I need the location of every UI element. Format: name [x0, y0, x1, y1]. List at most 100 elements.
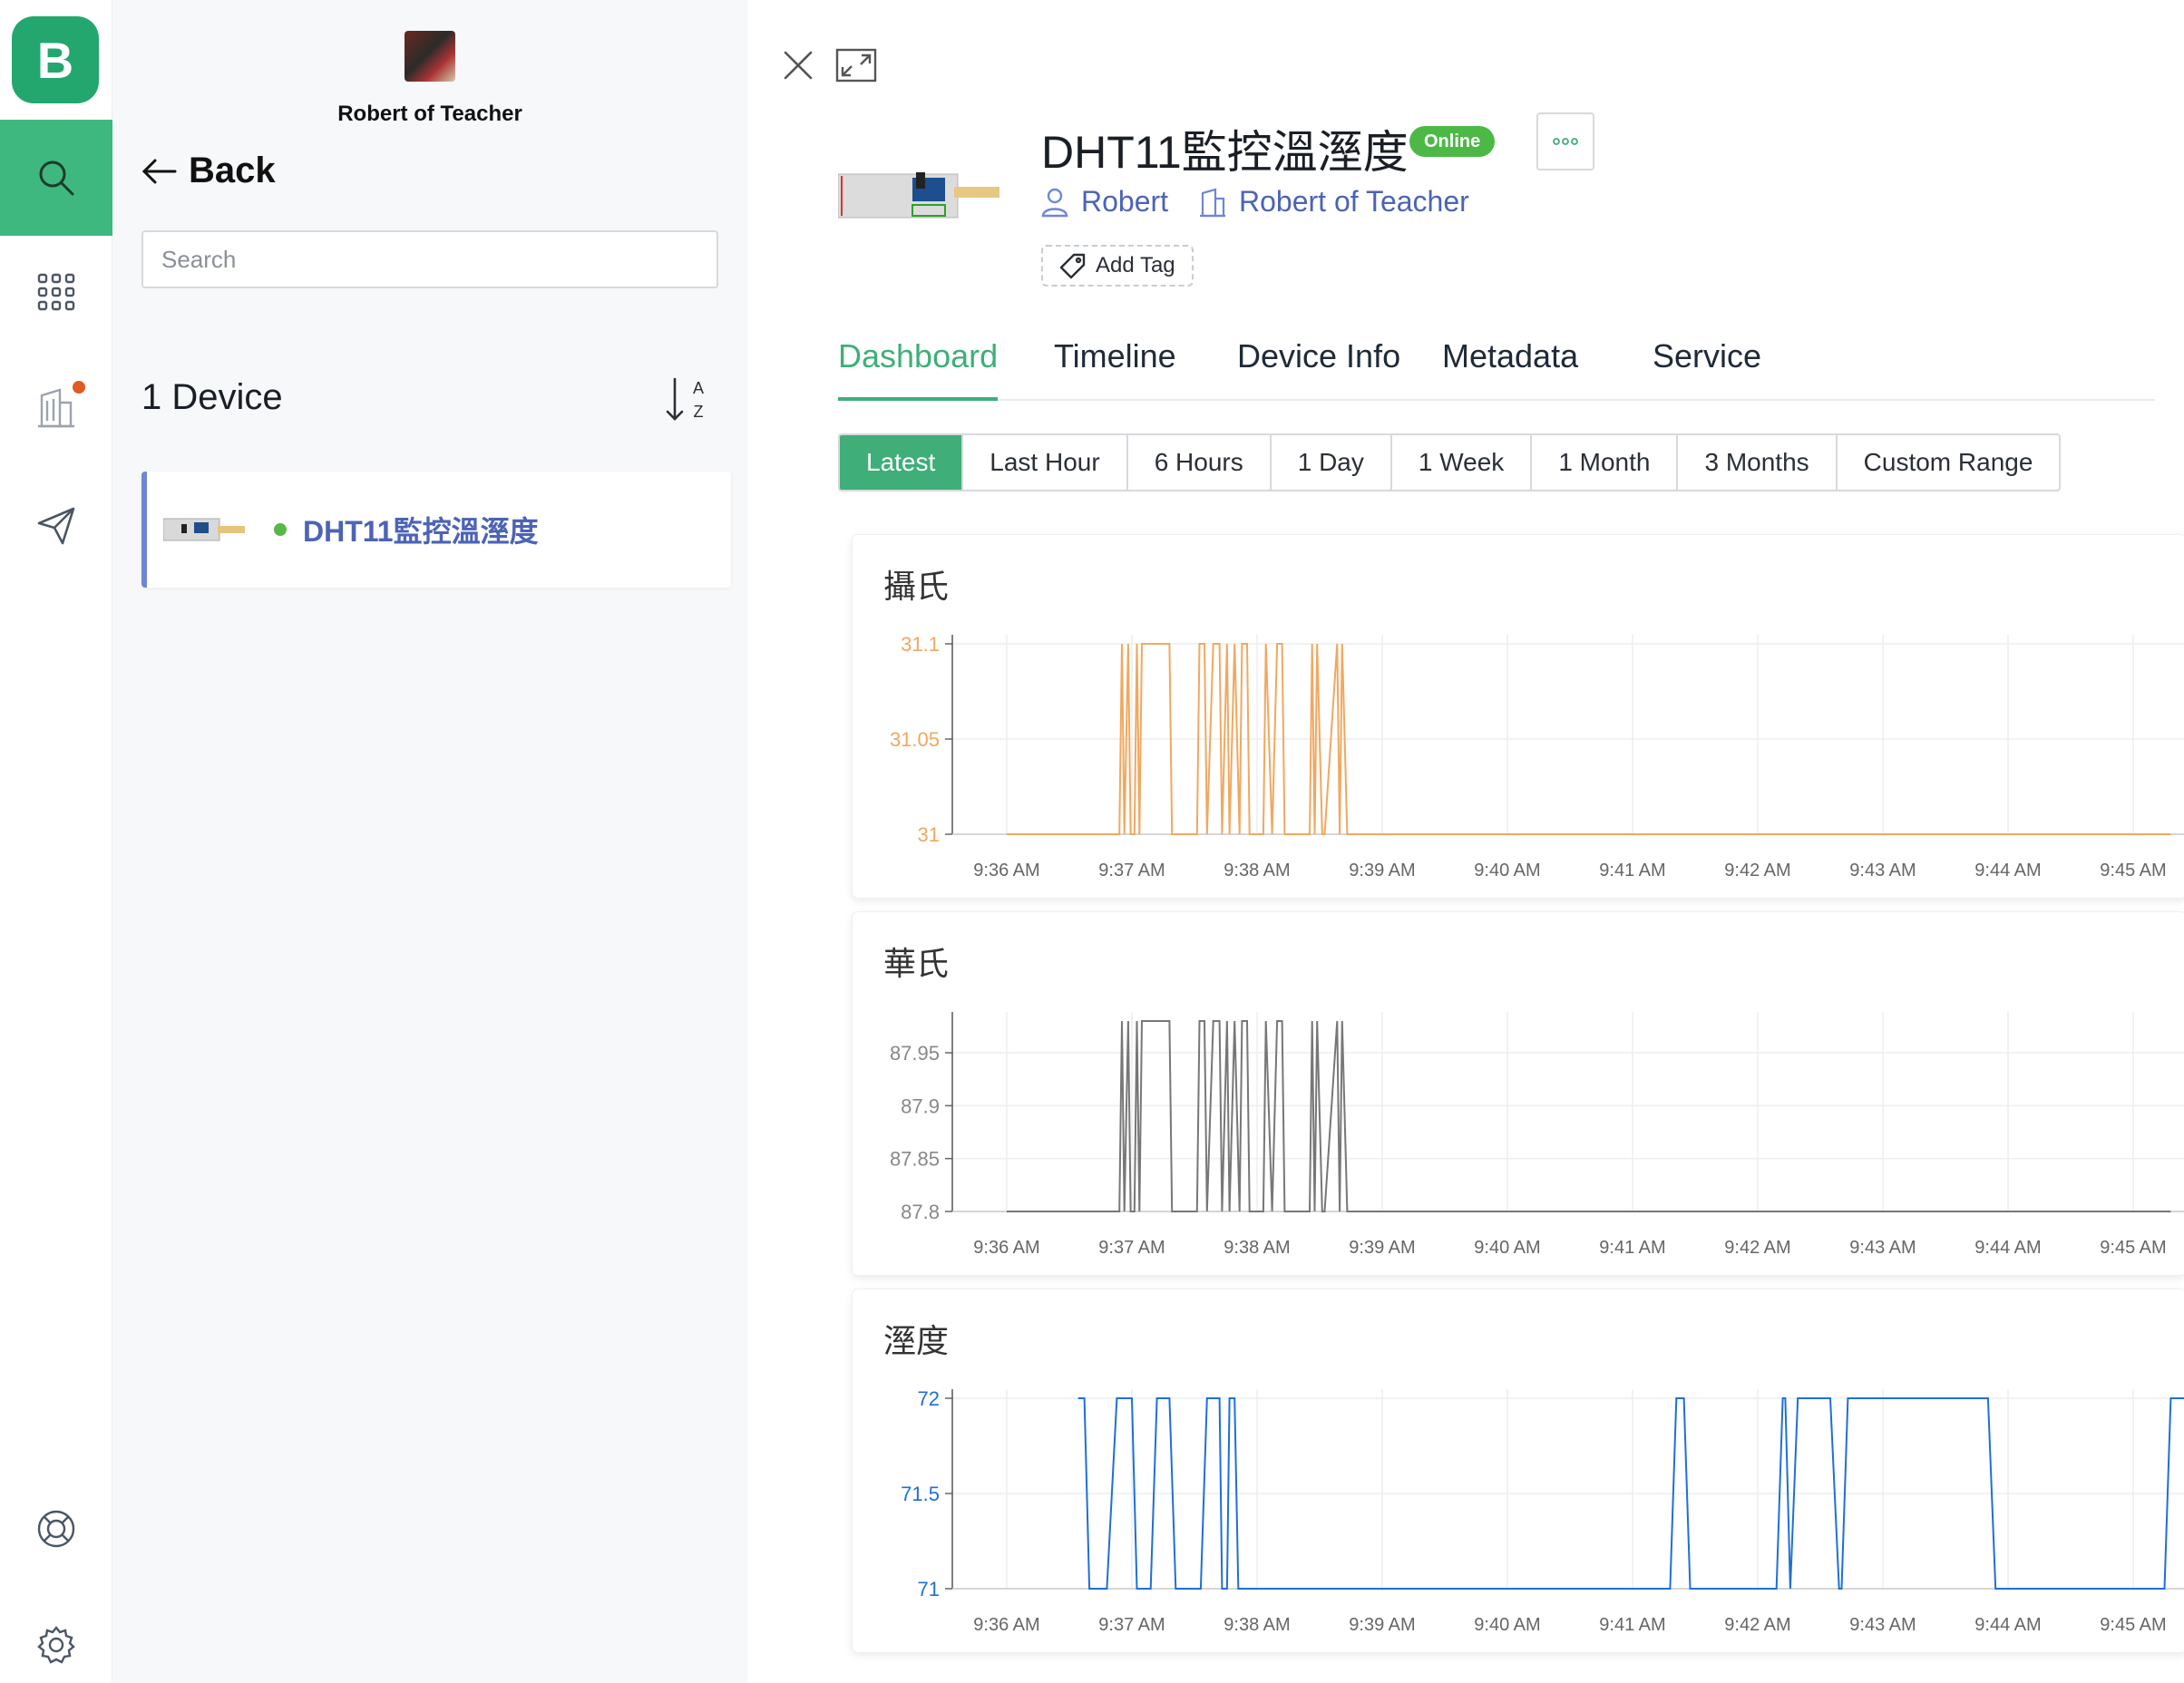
user-icon — [1041, 188, 1068, 217]
building-icon — [1200, 188, 1225, 217]
x-tick-label: 9:39 AM — [1349, 1615, 1415, 1635]
device-thumbnail — [163, 518, 245, 541]
sort-az-icon[interactable]: A Z — [662, 374, 713, 424]
help-lifebuoy-icon — [37, 1510, 75, 1548]
x-tick-label: 9:37 AM — [1098, 861, 1165, 880]
app-root: B Robert of Teacher Back Search 1 Device… — [0, 0, 2184, 1683]
x-tick-label: 9:41 AM — [1599, 861, 1665, 880]
sort-letter-z: Z — [694, 403, 704, 421]
tab-device-info[interactable]: Device Info — [1237, 337, 1400, 375]
messages-nav-button[interactable] — [0, 481, 112, 571]
active-tab-indicator — [838, 397, 998, 401]
y-tick-label: 71 — [918, 1578, 940, 1600]
search-icon — [39, 161, 74, 196]
expand-icon[interactable] — [834, 47, 878, 83]
device-detail: DHT11監控溫溼度 Online Robert Robert of Teach… — [747, 0, 2184, 1683]
help-nav-button[interactable] — [0, 1484, 112, 1574]
fahrenheit-chart-card: 華氏 9:36 AM 9:37 AM 9:38 AM 9:39 AM 9:40 AM 9:… — [853, 912, 2184, 1275]
time-range-selector: Latest Last Hour 6 Hours 1 Day 1 Week 1 … — [838, 433, 2062, 491]
humidity-chart[interactable]: 9:36 AM 9:37 AM 9:38 AM 9:39 AM 9:40 AM 9:41 … — [853, 1289, 2184, 1652]
close-icon[interactable] — [780, 47, 816, 83]
search-nav-button[interactable] — [0, 120, 112, 236]
add-tag-label: Add Tag — [1096, 253, 1175, 277]
back-button[interactable]: Back — [141, 151, 276, 191]
building-icon — [38, 388, 74, 428]
y-tick-label: 31 — [918, 823, 940, 846]
tab-service[interactable]: Service — [1653, 337, 1761, 375]
series-line — [1007, 1020, 2171, 1212]
settings-gear-icon — [37, 1626, 75, 1664]
more-icon — [1553, 138, 1578, 145]
y-tick-label: 72 — [918, 1387, 940, 1410]
organization-name-link: Robert of Teacher — [1239, 185, 1469, 218]
brand-logo[interactable]: B — [12, 16, 99, 103]
x-tick-label: 9:42 AM — [1724, 1615, 1790, 1635]
apps-nav-button[interactable] — [0, 247, 112, 337]
x-tick-label: 9:36 AM — [973, 1238, 1039, 1258]
x-tick-label: 9:45 AM — [2100, 861, 2166, 880]
back-label: Back — [189, 151, 276, 190]
range-latest[interactable]: Latest — [840, 435, 964, 490]
x-tick-label: 9:45 AM — [2100, 1615, 2166, 1635]
range-6-hours[interactable]: 6 Hours — [1127, 435, 1272, 490]
x-tick-label: 9:43 AM — [1849, 1615, 1916, 1635]
y-tick-label: 87.8 — [901, 1201, 940, 1223]
add-tag-button[interactable]: Add Tag — [1041, 245, 1194, 287]
tab-timeline[interactable]: Timeline — [1054, 337, 1176, 375]
device-list-item-name: DHT11監控溫溼度 — [303, 515, 539, 548]
x-tick-label: 9:44 AM — [1974, 1615, 2041, 1635]
arrow-left-icon — [141, 159, 177, 183]
tag-icon — [1059, 253, 1086, 279]
tab-metadata[interactable]: Metadata — [1442, 337, 1578, 375]
y-tick-label: 31.1 — [901, 633, 940, 656]
y-tick-label: 87.95 — [890, 1042, 940, 1065]
x-tick-label: 9:39 AM — [1349, 1238, 1415, 1258]
humidity-chart-card: 溼度 9:36 AM 9:37 AM 9:38 AM 9:39 AM 9:40 AM 9:… — [853, 1289, 2184, 1652]
status-badge: Online — [1409, 126, 1496, 157]
device-list-item[interactable]: DHT11監控溫溼度 — [141, 472, 731, 588]
x-tick-label: 9:38 AM — [1224, 861, 1290, 880]
x-tick-label: 9:37 AM — [1098, 1615, 1165, 1635]
more-actions-button[interactable] — [1536, 112, 1594, 170]
range-1-week[interactable]: 1 Week — [1391, 435, 1533, 490]
organization-avatar — [405, 31, 455, 82]
notification-dot — [73, 381, 85, 394]
x-tick-label: 9:42 AM — [1724, 861, 1790, 880]
device-list-panel: Robert of Teacher Back 1 Device A Z DHT1… — [112, 0, 747, 1683]
x-tick-label: 9:36 AM — [973, 861, 1039, 880]
range-1-day[interactable]: 1 Day — [1271, 435, 1392, 490]
search-input[interactable] — [141, 230, 718, 288]
device-count: 1 Device — [141, 377, 283, 417]
organization-name: Robert of Teacher — [337, 102, 522, 126]
y-tick-label: 87.9 — [901, 1094, 940, 1117]
celsius-chart-card: 攝氏 9:36 AM 9:37 AM 9:38 AM 9:39 AM 9:40 AM 9:… — [853, 535, 2184, 898]
owner-link[interactable]: Robert — [1041, 185, 1168, 219]
organization-link[interactable]: Robert of Teacher — [1199, 185, 1469, 219]
range-1-month[interactable]: 1 Month — [1532, 435, 1679, 490]
x-tick-label: 9:42 AM — [1724, 1238, 1790, 1258]
range-custom[interactable]: Custom Range — [1837, 435, 2060, 490]
x-tick-label: 9:45 AM — [2100, 1238, 2166, 1258]
x-tick-label: 9:41 AM — [1599, 1238, 1665, 1258]
fahrenheit-chart[interactable]: 9:36 AM 9:37 AM 9:38 AM 9:39 AM 9:40 AM 9:41 … — [853, 912, 2184, 1275]
celsius-chart[interactable]: 9:36 AM 9:37 AM 9:38 AM 9:39 AM 9:40 AM 9:41 … — [853, 535, 2184, 898]
x-tick-label: 9:40 AM — [1474, 1615, 1540, 1635]
icon-rail: B — [0, 0, 112, 1683]
x-tick-label: 9:38 AM — [1224, 1238, 1290, 1258]
x-tick-label: 9:43 AM — [1849, 861, 1916, 880]
range-3-months[interactable]: 3 Months — [1678, 435, 1838, 490]
x-tick-label: 9:40 AM — [1474, 861, 1540, 880]
organizations-nav-button[interactable] — [0, 363, 112, 453]
sort-letter-a: A — [693, 379, 704, 397]
x-tick-label: 9:37 AM — [1098, 1238, 1165, 1258]
y-tick-label: 87.85 — [890, 1148, 940, 1171]
x-tick-label: 9:38 AM — [1224, 1615, 1290, 1635]
tab-dashboard[interactable]: Dashboard — [838, 337, 998, 375]
tab-bar: Dashboard Timeline Device Info Metadata … — [838, 326, 2155, 401]
x-tick-label: 9:41 AM — [1599, 1615, 1665, 1635]
online-status-dot — [274, 523, 287, 536]
x-tick-label: 9:44 AM — [1974, 861, 2041, 880]
range-last-hour[interactable]: Last Hour — [963, 435, 1128, 490]
settings-nav-button[interactable] — [0, 1600, 112, 1683]
x-tick-label: 9:40 AM — [1474, 1238, 1540, 1258]
